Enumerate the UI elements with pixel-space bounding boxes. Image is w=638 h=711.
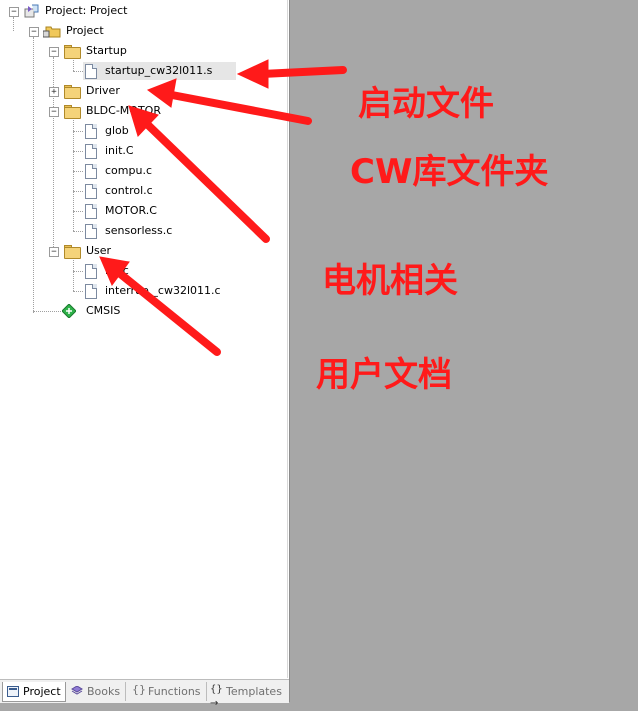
tree-line <box>73 291 83 292</box>
group-label: Driver <box>86 84 120 97</box>
file-icon <box>85 144 97 159</box>
file-label: init.C <box>105 144 134 157</box>
books-tab-icon <box>71 686 83 695</box>
collapse-icon[interactable]: − <box>49 247 59 257</box>
group-label: Startup <box>86 44 127 57</box>
templates-icon: {}→ <box>210 684 223 709</box>
folder-open-icon <box>64 47 81 59</box>
tree-line <box>73 171 83 172</box>
tree-project-label: Project <box>66 24 104 37</box>
tab-functions[interactable]: {} Functions <box>128 682 207 701</box>
tree-line <box>73 271 83 272</box>
file-icon <box>85 164 97 179</box>
tree-line <box>73 257 74 291</box>
annotation-cw-lib: CW库文件夹 <box>350 152 549 192</box>
project-tab-icon <box>7 686 19 697</box>
collapse-icon[interactable]: − <box>49 107 59 117</box>
tab-books[interactable]: Books <box>67 682 126 701</box>
folder-open-icon <box>64 107 81 119</box>
tree-file-bldc[interactable]: glob <box>83 122 263 140</box>
project-folder-icon <box>43 26 61 38</box>
file-label: startup_cw32l011.s <box>105 64 213 77</box>
tree-item-cmsis[interactable]: CMSIS <box>0 302 288 320</box>
collapse-icon[interactable]: − <box>9 7 19 17</box>
file-icon <box>85 124 97 139</box>
tab-label: Books <box>87 685 121 698</box>
tree-line <box>73 71 83 72</box>
tree-group-driver[interactable]: + Driver <box>0 82 288 100</box>
tab-label: Project <box>23 685 61 698</box>
file-label: control.c <box>105 184 153 197</box>
tree-file-bldc[interactable]: init.C <box>83 142 263 160</box>
tree-root[interactable]: − Project: Project <box>0 2 288 20</box>
tree-group-user[interactable]: − User <box>0 242 288 260</box>
tree-group-startup[interactable]: − Startup <box>0 42 288 60</box>
cmsis-diamond-icon <box>62 304 76 318</box>
braces-icon: {} <box>132 683 146 696</box>
tree-file-startup[interactable]: startup_cw32l011.s <box>83 62 236 80</box>
project-root-icon <box>24 4 39 18</box>
tree-line <box>73 211 83 212</box>
file-icon <box>85 204 97 219</box>
tree-file-user[interactable]: interrup _cw32l011.c <box>83 282 263 300</box>
file-label: glob <box>105 124 129 137</box>
tree-line <box>73 231 83 232</box>
folder-icon <box>64 87 81 99</box>
tree-file-bldc[interactable]: control.c <box>83 182 263 200</box>
tree-group-bldc-motor[interactable]: − BLDC-MOTOR <box>0 102 288 120</box>
panel-tab-bar: Project Books {} Functions {}→ Templates <box>0 679 289 709</box>
file-icon <box>85 64 97 79</box>
tree-project[interactable]: − Project <box>0 22 288 40</box>
tab-label: Functions <box>148 685 201 698</box>
tree-file-user[interactable]: m .c <box>83 262 263 280</box>
folder-open-icon <box>64 247 81 259</box>
group-label: BLDC-MOTOR <box>86 104 161 117</box>
tree-line <box>33 37 34 313</box>
tree-file-bldc[interactable]: MOTOR.C <box>83 202 263 220</box>
group-label: User <box>86 244 112 257</box>
tab-project[interactable]: Project <box>2 682 66 702</box>
file-label: interrup _cw32l011.c <box>105 284 221 297</box>
tab-label: Templates <box>226 685 282 698</box>
collapse-icon[interactable]: − <box>49 47 59 57</box>
cmsis-label: CMSIS <box>86 304 121 317</box>
expand-icon[interactable]: + <box>49 87 59 97</box>
file-label: m .c <box>105 264 129 277</box>
tree-file-bldc[interactable]: compu.c <box>83 162 263 180</box>
project-panel: − Project: Project − Project − Startup s… <box>0 0 290 709</box>
collapse-icon[interactable]: − <box>29 27 39 37</box>
tree-line <box>73 131 83 132</box>
file-icon <box>85 284 97 299</box>
tab-templates[interactable]: {}→ Templates <box>206 682 284 709</box>
file-label: MOTOR.C <box>105 204 157 217</box>
file-icon <box>85 224 97 239</box>
annotation-user-docs: 用户文档 <box>316 355 452 395</box>
tree-line <box>73 117 74 231</box>
file-label: sensorless.c <box>105 224 173 237</box>
annotation-motor: 电机相关 <box>322 261 458 301</box>
annotation-startup-file: 启动文件 <box>358 84 494 124</box>
file-icon <box>85 184 97 199</box>
tree-file-bldc[interactable]: sensorless.c <box>83 222 263 240</box>
file-icon <box>85 264 97 279</box>
tree-root-label: Project: Project <box>45 4 128 17</box>
tree-line <box>73 191 83 192</box>
tree-line <box>73 151 83 152</box>
file-label: compu.c <box>105 164 152 177</box>
